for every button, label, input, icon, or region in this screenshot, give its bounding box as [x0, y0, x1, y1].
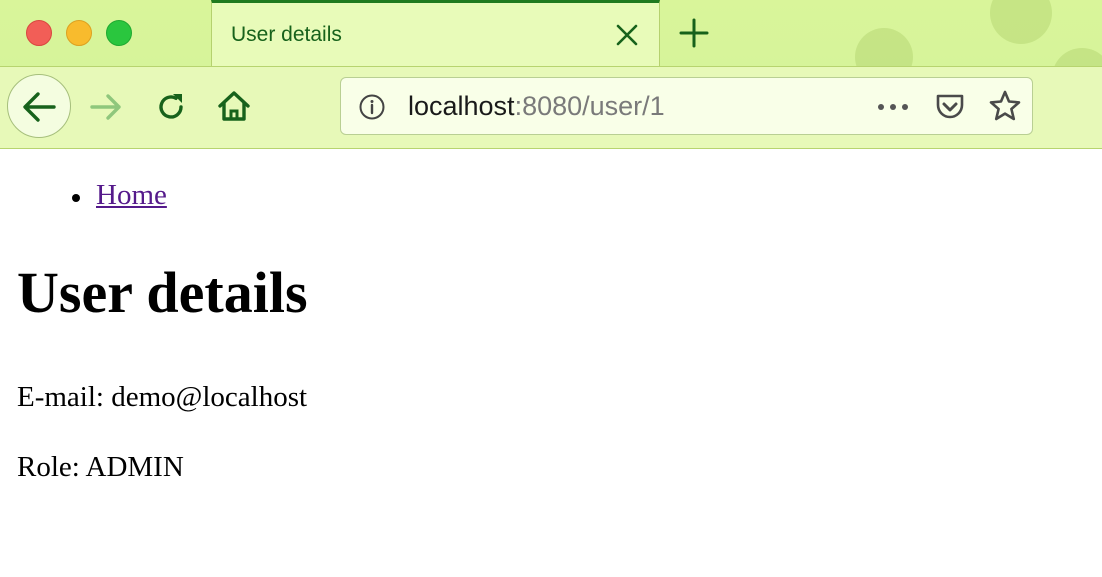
back-button[interactable]: [7, 74, 71, 138]
pocket-icon[interactable]: [933, 90, 967, 129]
email-value: demo@localhost: [111, 381, 308, 413]
bookmark-star-icon[interactable]: [988, 89, 1022, 128]
close-window-button[interactable]: [26, 20, 52, 46]
tab-user-details[interactable]: User details: [211, 0, 660, 66]
url-path: :8080/user/1: [514, 91, 665, 121]
browser-chrome: User details localhost:8080/user/1: [0, 0, 1102, 149]
email-row: E-mail: demo@localhost: [17, 381, 307, 414]
email-label: E-mail:: [17, 381, 104, 413]
site-info-icon[interactable]: [358, 93, 386, 126]
tab-title: User details: [231, 23, 342, 46]
page-title: User details: [17, 260, 308, 325]
forward-arrow-icon[interactable]: [88, 89, 124, 130]
navigation-toolbar: localhost:8080/user/1: [0, 66, 1102, 148]
list-bullet: [72, 194, 80, 202]
title-bar: User details: [0, 0, 1102, 66]
nav-item-home: Home: [72, 179, 167, 212]
minimize-window-button[interactable]: [66, 20, 92, 46]
home-link[interactable]: Home: [96, 179, 167, 211]
nav-list: Home: [72, 179, 167, 212]
page-actions-icon[interactable]: [875, 97, 911, 122]
new-tab-icon[interactable]: [678, 17, 710, 49]
url-host: localhost: [408, 91, 515, 121]
url-text[interactable]: localhost:8080/user/1: [408, 91, 665, 122]
role-label: Role:: [17, 451, 80, 483]
back-arrow-icon: [23, 92, 56, 122]
close-tab-icon[interactable]: [615, 23, 639, 47]
maximize-window-button[interactable]: [106, 20, 132, 46]
home-icon[interactable]: [216, 88, 252, 129]
address-bar[interactable]: localhost:8080/user/1: [340, 77, 1033, 135]
page-content: Home User details E-mail: demo@localhost…: [0, 149, 1102, 577]
reload-icon[interactable]: [153, 89, 189, 130]
role-row: Role: ADMIN: [17, 451, 184, 484]
role-value: ADMIN: [85, 451, 184, 483]
